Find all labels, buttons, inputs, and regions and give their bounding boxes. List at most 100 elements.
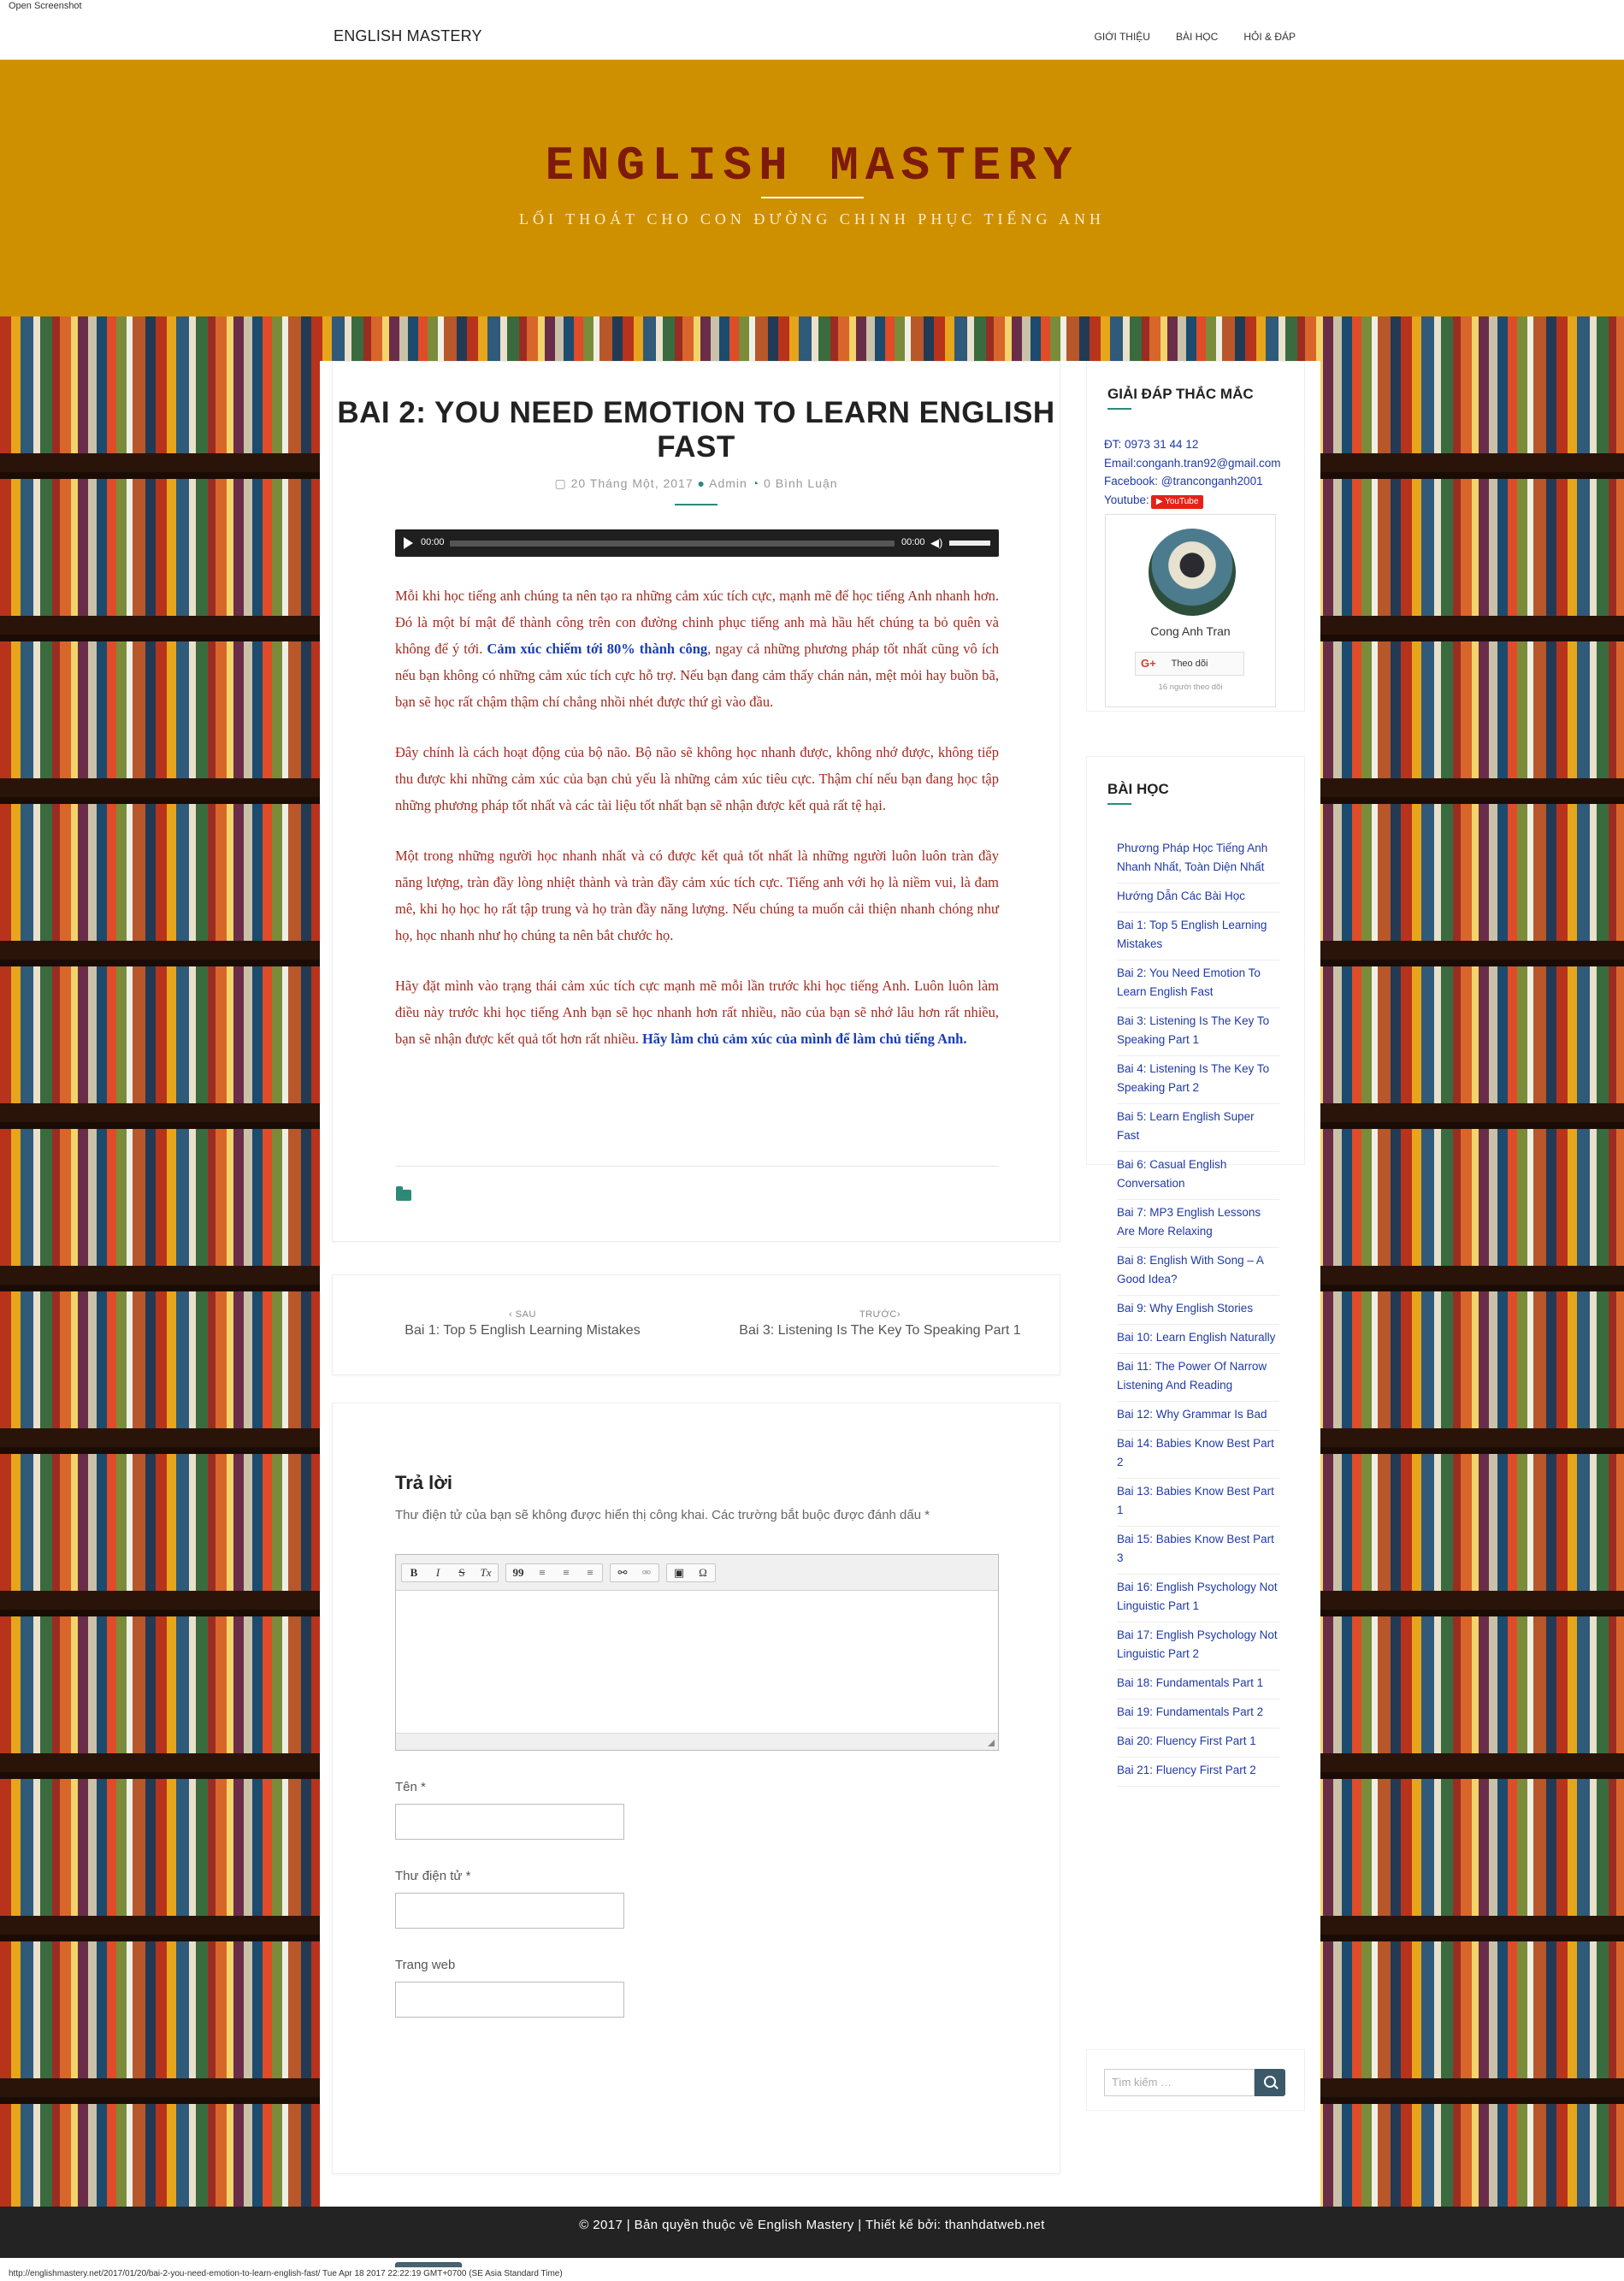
follower-count: 16 người theo dõi [1158,683,1223,692]
nav-item-qa[interactable]: HỎI & ĐÁP [1243,31,1296,43]
next-post-link[interactable]: TRƯỚC› Bai 3: Listening Is The Key To Sp… [726,1309,1034,1338]
lesson-link[interactable]: Bai 8: English With Song – A Good Idea? [1117,1248,1279,1296]
lessons-list: Phương Pháp Học Tiếng Anh Nhanh Nhất, To… [1117,836,1279,1787]
lessons-widget-title: BÀI HỌC [1107,781,1169,797]
site-footer: © 2017 | Bản quyền thuộc về English Mast… [0,2207,1624,2258]
play-icon[interactable] [404,537,413,549]
search-icon[interactable] [1255,2069,1285,2096]
lesson-link[interactable]: Bai 15: Babies Know Best Part 3 [1117,1527,1279,1575]
screenshot-label: Open Screenshot [9,1,82,11]
lesson-link[interactable]: Bai 2: You Need Emotion To Learn English… [1117,960,1279,1008]
previous-post-link[interactable]: ‹ SAU Bai 1: Top 5 English Learning Mist… [394,1309,651,1338]
post-paragraph: Một trong những người học nhanh nhất và … [395,848,999,943]
contact-info: ĐT: 0973 31 44 12 Email:conganh.tran92@g… [1104,435,1281,509]
gplus-name[interactable]: Cong Anh Tran [1106,624,1275,638]
special-char-icon[interactable]: Ω [691,1564,715,1581]
post-comments[interactable]: 0 Bình Luận [764,476,838,490]
calendar-icon: ▢ [554,476,567,490]
widget-underline [1107,408,1131,410]
main-nav: GIỚI THIỆU BÀI HỌC HỎI & ĐÁP [1095,31,1296,43]
email-input[interactable] [395,1893,624,1929]
strikethrough-button[interactable]: S [450,1564,474,1581]
nav-item-about[interactable]: GIỚI THIỆU [1095,31,1150,43]
lesson-link[interactable]: Hướng Dẫn Các Bài Học [1117,883,1279,913]
lesson-link[interactable]: Bai 1: Top 5 English Learning Mistakes [1117,913,1279,960]
lesson-link[interactable]: Bai 21: Fluency First Part 2 [1117,1758,1279,1787]
lesson-link[interactable]: Bai 9: Why English Stories [1117,1296,1279,1325]
lesson-link[interactable]: Phương Pháp Học Tiếng Anh Nhanh Nhất, To… [1117,836,1279,883]
lesson-link[interactable]: Bai 18: Fundamentals Part 1 [1117,1670,1279,1699]
volume-icon[interactable]: ◀) [930,536,942,550]
lesson-link[interactable]: Bai 19: Fundamentals Part 2 [1117,1699,1279,1728]
post-body: Mỗi khi học tiếng anh chúng ta nên tạo r… [395,582,999,1076]
blockquote-button[interactable]: 99 [506,1564,530,1581]
lesson-link[interactable]: Bai 10: Learn English Naturally [1117,1325,1279,1354]
post-author[interactable]: Admin [709,476,747,490]
search-input[interactable]: Tìm kiếm … [1104,2069,1255,2096]
bold-button[interactable]: B [402,1564,426,1581]
contact-widget-title: GIẢI ĐÁP THẮC MẮC [1107,386,1254,402]
reply-heading: Trả lời [395,1472,452,1493]
comment-editor[interactable]: B I S Tx 99 ≡ ≡ ≡ ⚯ ⚮ ▣ Ω [395,1554,999,1751]
lesson-link[interactable]: Bai 17: English Psychology Not Linguisti… [1117,1622,1279,1670]
align-center-button[interactable]: ≡ [554,1564,578,1581]
post-paragraph: Đây chính là cách hoạt động của bộ não. … [395,744,999,813]
lesson-link[interactable]: Bai 16: English Psychology Not Linguisti… [1117,1575,1279,1622]
insert-group: ▣ Ω [666,1563,716,1582]
block-group: 99 ≡ ≡ ≡ [505,1563,603,1582]
lesson-link[interactable]: Bai 20: Fluency First Part 1 [1117,1728,1279,1758]
image-icon[interactable]: ▣ [667,1564,691,1581]
next-post-label: TRƯỚC› [859,1309,901,1320]
avatar[interactable] [1149,529,1236,616]
unlink-icon[interactable]: ⚮ [635,1564,658,1581]
nav-item-lessons[interactable]: BÀI HỌC [1176,31,1218,43]
previous-post-title[interactable]: Bai 1: Top 5 English Learning Mistakes [394,1323,651,1338]
previous-post-label: ‹ SAU [509,1309,536,1320]
follow-button[interactable]: G+ Theo dõi [1135,652,1244,676]
link-icon[interactable]: ⚯ [611,1564,635,1581]
lesson-link[interactable]: Bai 11: The Power Of Narrow Listening An… [1117,1354,1279,1402]
volume-slider[interactable] [949,541,990,546]
post-title: BAI 2: YOU NEED EMOTION TO LEARN ENGLISH… [337,396,1055,464]
lesson-link[interactable]: Bai 6: Casual English Conversation [1117,1152,1279,1200]
lesson-link[interactable]: Bai 3: Listening Is The Key To Speaking … [1117,1008,1279,1056]
post-date[interactable]: 20 Tháng Một, 2017 [571,476,694,490]
format-group: B I S Tx [401,1563,499,1582]
audio-duration: 00:00 [901,537,925,547]
audio-current-time: 00:00 [421,537,445,547]
italic-button[interactable]: I [426,1564,450,1581]
next-post-title[interactable]: Bai 3: Listening Is The Key To Speaking … [726,1323,1034,1338]
comment-icon: ◔ [751,476,760,490]
audio-progress-rail[interactable] [450,541,895,547]
widget-underline [1107,803,1131,805]
contact-facebook[interactable]: Facebook: @tranconganh2001 [1104,472,1281,491]
name-label: Tên * [395,1780,426,1794]
website-input[interactable] [395,1982,624,2018]
footer-copyright: © 2017 | Bản quyền thuộc về English Mast… [579,2218,1045,2232]
contact-widget: GIẢI ĐÁP THẮC MẮC ĐT: 0973 31 44 12 Emai… [1086,361,1305,712]
hero-banner: ENGLISH MASTERY LỐI THOÁT CHO CON ĐƯỜNG … [0,60,1624,316]
contact-phone[interactable]: ĐT: 0973 31 44 12 [1104,435,1281,454]
align-right-button[interactable]: ≡ [578,1564,602,1581]
lesson-link[interactable]: Bai 7: MP3 English Lessons Are More Rela… [1117,1200,1279,1248]
site-brand[interactable]: ENGLISH MASTERY [334,27,482,45]
editor-resize-bar[interactable] [396,1733,998,1750]
contact-email[interactable]: Email:conganh.tran92@gmail.com [1104,454,1281,473]
lesson-link[interactable]: Bai 5: Learn English Super Fast [1117,1104,1279,1152]
lesson-link[interactable]: Bai 12: Why Grammar Is Bad [1117,1402,1279,1431]
hero-title: ENGLISH MASTERY [545,139,1079,193]
remove-format-button[interactable]: Tx [474,1564,498,1581]
contact-youtube: Youtube: ▶ YouTube [1104,491,1281,510]
youtube-label: Youtube: [1104,493,1149,506]
youtube-icon[interactable]: ▶ YouTube [1150,494,1204,509]
post-paragraph: Hãy đặt mình vào trạng thái cảm xúc tích… [395,978,999,1047]
hero-subtitle: LỐI THOÁT CHO CON ĐƯỜNG CHINH PHỤC TIẾNG… [519,210,1105,228]
lesson-link[interactable]: Bai 13: Babies Know Best Part 1 [1117,1479,1279,1527]
folder-icon[interactable] [396,1186,411,1201]
name-input[interactable] [395,1804,624,1840]
post-navigation: ‹ SAU Bai 1: Top 5 English Learning Mist… [332,1274,1060,1375]
align-left-button[interactable]: ≡ [530,1564,554,1581]
lesson-link[interactable]: Bai 4: Listening Is The Key To Speaking … [1117,1056,1279,1104]
audio-player: 00:00 00:00 ◀) [395,529,999,557]
lesson-link[interactable]: Bai 14: Babies Know Best Part 2 [1117,1431,1279,1479]
